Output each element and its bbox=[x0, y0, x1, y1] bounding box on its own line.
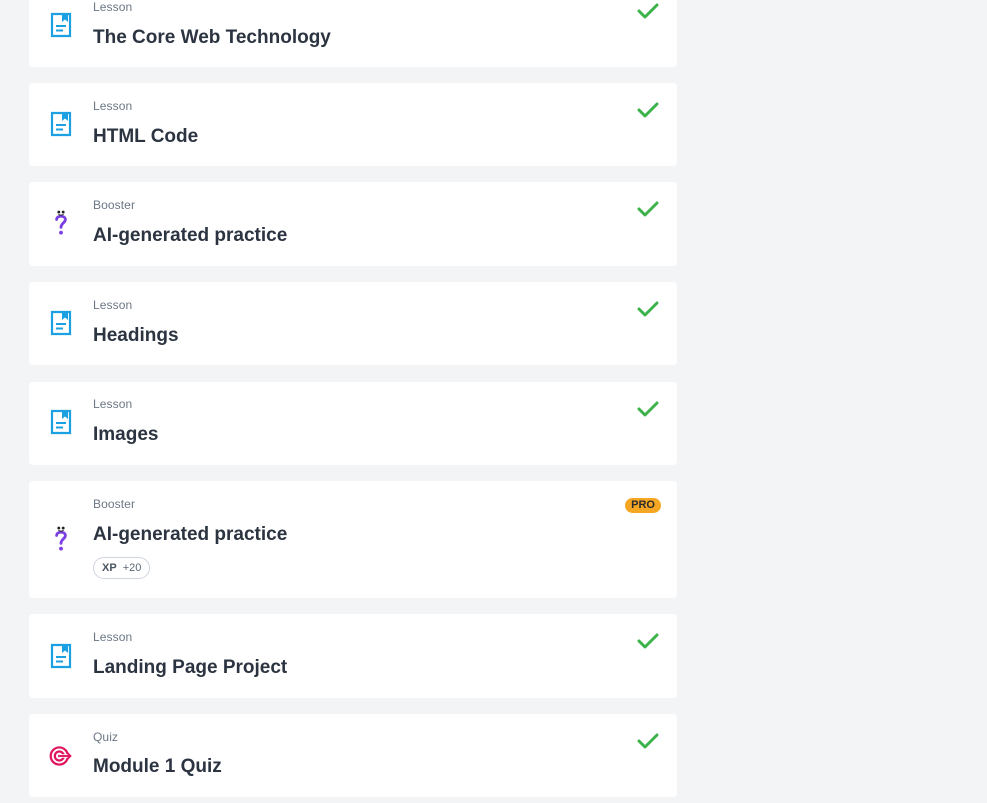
list-item[interactable]: Lesson Headings bbox=[29, 282, 677, 365]
lesson-icon bbox=[50, 111, 72, 137]
item-type-label: Lesson bbox=[93, 397, 133, 411]
check-icon bbox=[637, 3, 659, 19]
item-type-label: Booster bbox=[93, 198, 136, 212]
booster-icon bbox=[55, 526, 67, 551]
item-type-label: Quiz bbox=[93, 730, 119, 744]
xp-label: XP bbox=[102, 562, 117, 574]
booster-icon bbox=[55, 210, 67, 235]
list-item[interactable]: Lesson The Core Web Technology bbox=[29, 0, 677, 67]
item-type-label: Lesson bbox=[93, 630, 133, 644]
list-item[interactable]: Booster AI-generated practice bbox=[29, 182, 677, 266]
item-title: The Core Web Technology bbox=[93, 27, 331, 48]
list-item[interactable]: Quiz Module 1 Quiz bbox=[29, 714, 677, 797]
item-type-label: Booster bbox=[93, 497, 136, 511]
item-type-label: Lesson bbox=[93, 298, 133, 312]
item-title: AI-generated practice bbox=[93, 524, 288, 545]
item-title: Module 1 Quiz bbox=[93, 756, 222, 777]
check-icon bbox=[637, 633, 659, 649]
list-item[interactable]: Lesson Images bbox=[29, 382, 677, 465]
lesson-icon bbox=[50, 310, 72, 336]
item-title: Landing Page Project bbox=[93, 657, 288, 678]
item-type-label: Lesson bbox=[93, 99, 133, 113]
list-item[interactable]: Lesson HTML Code bbox=[29, 83, 677, 166]
lesson-icon bbox=[50, 643, 72, 669]
quiz-target-icon bbox=[49, 746, 72, 766]
check-icon bbox=[637, 733, 659, 749]
xp-value: +20 bbox=[122, 562, 142, 574]
xp-reward-chip: XP +20 bbox=[93, 557, 151, 579]
lesson-icon bbox=[50, 12, 72, 38]
check-icon bbox=[637, 401, 659, 417]
item-title: Images bbox=[93, 424, 159, 445]
list-item[interactable]: Booster AI-generated practice PRO XP +20 bbox=[29, 481, 677, 598]
item-type-label: Lesson bbox=[93, 0, 133, 14]
check-icon bbox=[637, 301, 659, 317]
item-title: AI-generated practice bbox=[93, 225, 288, 246]
list-item[interactable]: Lesson Landing Page Project bbox=[29, 614, 677, 698]
lesson-icon bbox=[50, 409, 72, 435]
item-title: Headings bbox=[93, 325, 179, 346]
pro-badge: PRO bbox=[625, 498, 661, 513]
item-title: HTML Code bbox=[93, 126, 199, 147]
check-icon bbox=[637, 201, 659, 217]
check-icon bbox=[637, 102, 659, 118]
